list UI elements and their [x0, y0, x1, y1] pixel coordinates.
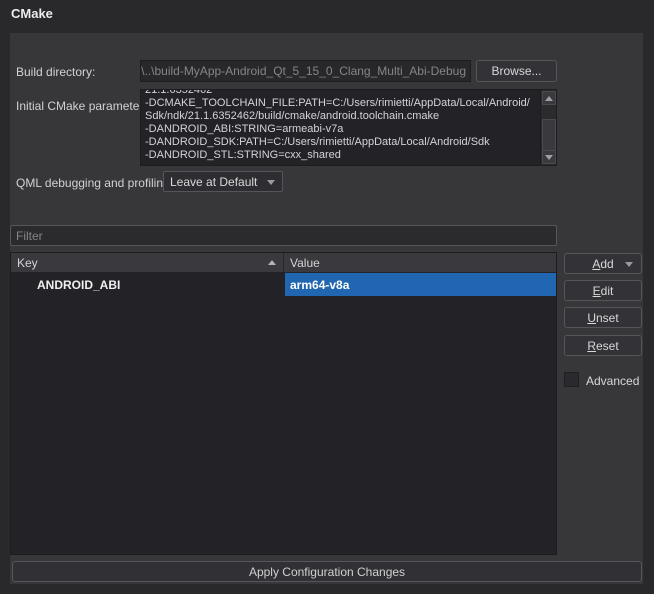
- filter-input[interactable]: [10, 225, 557, 246]
- add-button[interactable]: Add: [564, 253, 642, 274]
- edit-button[interactable]: Edit: [564, 280, 642, 301]
- advanced-label[interactable]: Advanced: [586, 374, 639, 388]
- browse-button[interactable]: Browse...: [476, 60, 557, 82]
- scroll-up-icon[interactable]: [542, 91, 556, 105]
- build-directory-label: Build directory:: [16, 65, 96, 79]
- cmake-parameter-line: -DCMAKE_TOOLCHAIN_FILE:PATH=C:/Users/rim…: [145, 97, 530, 109]
- table-header-row: Key Value: [11, 253, 556, 273]
- cmake-parameter-line: -DANDROID_STL:STRING=cxx_shared: [145, 149, 341, 161]
- column-header-key[interactable]: Key: [11, 253, 284, 272]
- variable-value-cell-selected[interactable]: arm64-v8a: [285, 273, 556, 296]
- cmake-parameter-line: Sdk/ndk/21.1.6352462/build/cmake/android…: [145, 110, 440, 122]
- cmake-parameter-line: 21.1.6352462: [145, 90, 213, 96]
- table-row[interactable]: ANDROID_ABI arm64-v8a: [11, 273, 556, 296]
- advanced-checkbox[interactable]: [564, 372, 579, 387]
- chevron-down-icon: [625, 262, 633, 267]
- build-directory-value: MyApp\..\build-MyApp-Android_Qt_5_15_0_C…: [140, 64, 466, 78]
- qml-debugging-selected-value: Leave at Default: [170, 174, 258, 189]
- apply-configuration-button[interactable]: Apply Configuration Changes: [12, 561, 642, 582]
- scroll-down-icon[interactable]: [542, 150, 556, 164]
- qml-debugging-dropdown[interactable]: Leave at Default: [163, 171, 283, 192]
- scrollbar-thumb[interactable]: [542, 119, 556, 152]
- reset-button[interactable]: Reset: [564, 335, 642, 356]
- column-header-value[interactable]: Value: [284, 253, 556, 272]
- cmake-variables-table: Key Value ANDROID_ABI arm64-v8a: [10, 252, 557, 555]
- chevron-down-icon: [267, 180, 275, 185]
- cmake-parameter-line: -DANDROID_ABI:STRING=armeabi-v7a: [145, 123, 344, 135]
- build-directory-field: MyApp\..\build-MyApp-Android_Qt_5_15_0_C…: [140, 60, 471, 82]
- page-title: CMake: [11, 6, 53, 21]
- cmake-parameters-text: 21.1.6352462 -DCMAKE_TOOLCHAIN_FILE:PATH=…: [141, 90, 540, 165]
- vertical-scrollbar[interactable]: [540, 90, 556, 165]
- qml-debugging-label: QML debugging and profiling:: [16, 176, 173, 190]
- variable-key-cell[interactable]: ANDROID_ABI: [11, 273, 285, 296]
- initial-cmake-parameters-textarea[interactable]: 21.1.6352462 -DCMAKE_TOOLCHAIN_FILE:PATH=…: [140, 89, 557, 166]
- initial-cmake-parameters-label: Initial CMake parameters:: [16, 99, 153, 113]
- sort-ascending-icon: [268, 260, 276, 265]
- cmake-parameter-line: -DANDROID_SDK:PATH=C:/Users/rimietti/App…: [145, 136, 490, 148]
- unset-button[interactable]: Unset: [564, 307, 642, 328]
